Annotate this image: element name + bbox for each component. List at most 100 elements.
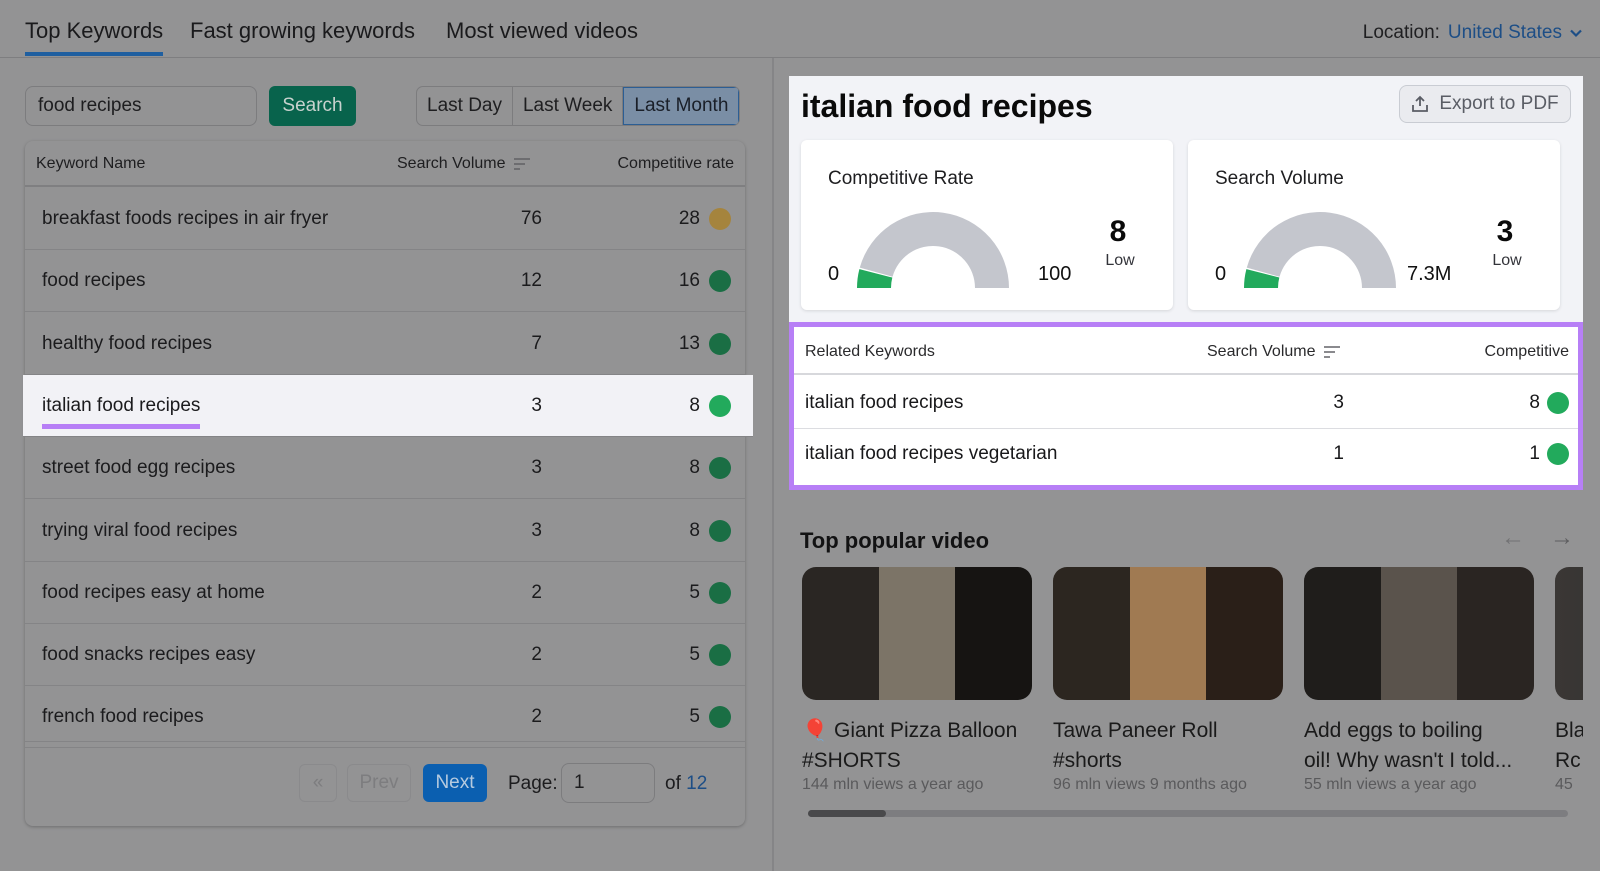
related-keyword-row[interactable]: italian food recipes vegetarian 1 1 xyxy=(794,428,1578,480)
keyword-competitive: 5 xyxy=(689,706,700,728)
keyword-name[interactable]: street food egg recipes xyxy=(42,457,235,479)
range-last-day[interactable]: Last Day xyxy=(417,87,513,125)
keyword-volume: 2 xyxy=(531,706,542,728)
video-meta: 55 mln views a year ago xyxy=(1304,776,1477,793)
competitive-status-dot xyxy=(1547,443,1569,465)
keyword-name[interactable]: breakfast foods recipes in air fryer xyxy=(42,208,328,230)
video-card[interactable]: Add eggs to boiling oil! Why wasn't I to… xyxy=(1304,567,1534,794)
keyword-name[interactable]: food snacks recipes easy xyxy=(42,644,255,666)
keyword-competitive: 5 xyxy=(689,644,700,666)
gauge-min: 0 xyxy=(1215,263,1227,285)
video-thumbnail[interactable] xyxy=(1053,567,1283,700)
keyword-volume: 3 xyxy=(531,394,542,416)
card-title: Search Volume xyxy=(1215,168,1344,189)
video-title[interactable]: Tawa Paneer Roll #shorts xyxy=(1053,716,1283,776)
keyword-name[interactable]: food recipes xyxy=(42,270,146,292)
top-tabs: Top Keywords Fast growing keywords Most … xyxy=(0,0,1600,58)
export-label: Export to PDF xyxy=(1439,93,1559,114)
keyword-volume: 2 xyxy=(531,644,542,666)
competitive-status-dot xyxy=(709,332,731,355)
card-title: Competitive Rate xyxy=(828,168,974,189)
competitive-status-dot xyxy=(709,457,731,480)
keyword-row[interactable]: breakfast foods recipes in air fryer 76 28 xyxy=(25,188,745,250)
location-value[interactable]: United States xyxy=(1448,22,1562,44)
video-title[interactable]: Add eggs to boiling oil! Why wasn't I to… xyxy=(1304,716,1534,776)
keyword-row[interactable]: street food egg recipes 3 8 xyxy=(25,437,745,500)
keyword-row[interactable]: trying viral food recipes 3 8 xyxy=(25,500,745,562)
video-card[interactable]: 🎈 Giant Pizza Balloon #SHORTS 144 mln vie… xyxy=(802,567,1032,794)
arrow-right-icon[interactable]: → xyxy=(1550,524,1574,552)
keyword-row[interactable]: french food recipes 2 5 xyxy=(25,686,745,749)
keyword-name[interactable]: food recipes easy at home xyxy=(42,582,265,604)
header-search-volume[interactable]: Search Volume xyxy=(1207,343,1340,361)
video-title[interactable]: Bla Rc xyxy=(1555,716,1583,776)
page-number-input[interactable] xyxy=(561,763,655,803)
keyword-search-input[interactable] xyxy=(25,86,257,126)
tab-top-keywords[interactable]: Top Keywords xyxy=(25,18,164,56)
page-total: of 12 xyxy=(665,773,707,795)
related-keyword-row[interactable]: italian food recipes 3 8 xyxy=(794,377,1578,429)
keyword-table: Keyword Name Search Volume Competitive r… xyxy=(23,141,753,826)
keyword-competitive: 5 xyxy=(689,581,700,603)
competitive-value: 8 xyxy=(1109,215,1127,248)
next-page-button[interactable]: Next xyxy=(423,764,487,802)
video-title[interactable]: 🎈 Giant Pizza Balloon #SHORTS xyxy=(802,716,1032,776)
keyword-volume: 7 xyxy=(531,332,542,354)
related-keyword-competitive: 1 xyxy=(1529,443,1540,464)
keyword-row[interactable]: food snacks recipes easy 2 5 xyxy=(25,624,745,687)
tab-fast-growing-keywords[interactable]: Fast growing keywords xyxy=(190,18,415,44)
page-label: Page: xyxy=(508,773,558,794)
keyword-name[interactable]: trying viral food recipes xyxy=(42,520,237,542)
video-card[interactable]: Tawa Paneer Roll #shorts 96 mln views 9 m… xyxy=(1053,567,1283,794)
sort-icon[interactable] xyxy=(1323,345,1340,359)
video-meta: 144 mln views a year ago xyxy=(802,776,984,793)
keyword-row[interactable]: food recipes easy at home 2 5 xyxy=(25,562,745,624)
header-keyword-name: Keyword Name xyxy=(36,155,146,172)
header-related-keywords: Related Keywords xyxy=(805,343,935,360)
tab-most-viewed-videos[interactable]: Most viewed videos xyxy=(446,18,638,44)
sort-icon[interactable] xyxy=(513,157,530,171)
keyword-volume: 3 xyxy=(531,457,542,479)
keyword-competitive: 16 xyxy=(678,270,700,292)
keyword-competitive: 13 xyxy=(678,332,700,354)
keyword-table-header: Keyword Name Search Volume Competitive r… xyxy=(25,141,745,187)
volume-value: 3 xyxy=(1496,215,1514,248)
search-volume-card: Search Volume 0 7.3M 3 Low xyxy=(1188,140,1560,310)
keyword-competitive: 8 xyxy=(689,519,700,541)
scrollbar-thumb[interactable] xyxy=(808,810,886,817)
keyword-volume: 2 xyxy=(531,581,542,603)
arrow-left-icon[interactable]: ← xyxy=(1501,524,1525,552)
first-page-button[interactable]: « xyxy=(299,764,337,802)
total-pages: 12 xyxy=(686,773,708,794)
gauge-max: 7.3M xyxy=(1407,263,1452,285)
range-last-month[interactable]: Last Month xyxy=(623,87,740,125)
video-scrollbar[interactable] xyxy=(808,810,1568,817)
keyword-name[interactable]: italian food recipes xyxy=(42,395,201,429)
video-thumbnail[interactable] xyxy=(802,567,1032,700)
header-search-volume[interactable]: Search Volume xyxy=(397,155,530,173)
video-thumbnail[interactable] xyxy=(1304,567,1534,700)
keyword-name[interactable]: healthy food recipes xyxy=(42,333,212,355)
video-thumbnail[interactable] xyxy=(1555,567,1583,700)
keyword-name[interactable]: french food recipes xyxy=(42,706,204,728)
related-keyword-name[interactable]: italian food recipes xyxy=(805,392,963,414)
keyword-row[interactable]: italian food recipes 3 8 xyxy=(23,374,753,437)
location-selector[interactable]: Location: United States xyxy=(1363,22,1582,44)
competitive-status-dot xyxy=(709,519,731,542)
video-card[interactable]: Bla Rc 45 xyxy=(1555,567,1583,794)
related-keyword-name[interactable]: italian food recipes vegetarian xyxy=(805,443,1057,465)
export-pdf-button[interactable]: Export to PDF xyxy=(1399,85,1571,123)
video-meta: 96 mln views 9 months ago xyxy=(1053,776,1247,793)
range-last-week[interactable]: Last Week xyxy=(513,87,624,125)
location-label: Location: xyxy=(1362,22,1440,43)
keyword-detail-panel: italian food recipes Export to PDF Compe… xyxy=(789,76,1583,490)
header-competitive-rate: Competitive rate xyxy=(617,155,735,172)
gauge-min: 0 xyxy=(828,263,840,285)
competitive-status-dot xyxy=(1547,392,1569,414)
keyword-volume: 3 xyxy=(531,519,542,541)
volume-gauge xyxy=(1244,212,1396,288)
search-button[interactable]: Search xyxy=(269,86,356,126)
prev-page-button[interactable]: Prev xyxy=(347,764,411,802)
keyword-row[interactable]: food recipes 12 16 xyxy=(25,250,745,313)
keyword-row[interactable]: healthy food recipes 7 13 xyxy=(25,313,745,375)
